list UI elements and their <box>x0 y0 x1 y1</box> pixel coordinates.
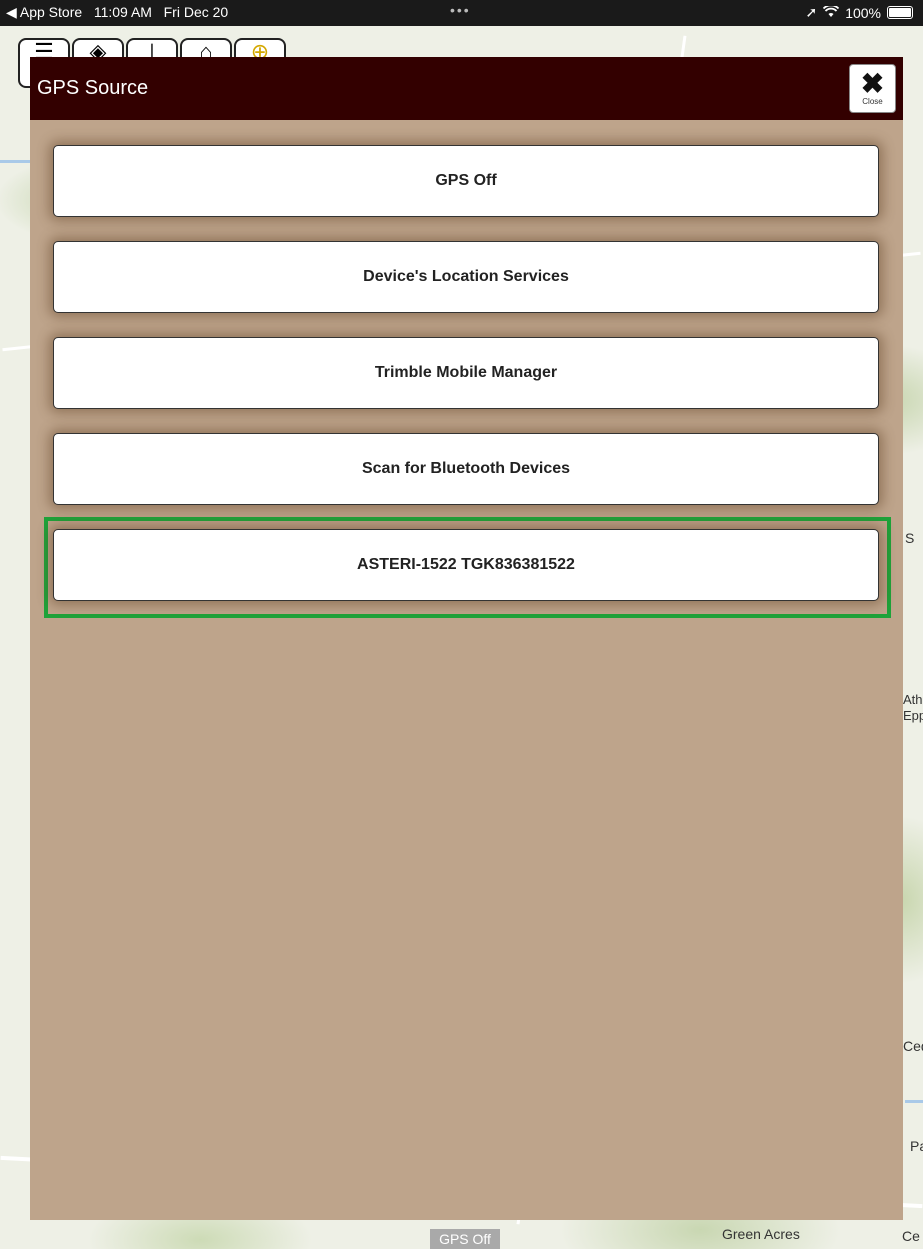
gps-source-dialog: GPS Source ✖ Close GPS Off Device's Loca… <box>30 57 903 1220</box>
location-arrow-icon: ➚ <box>805 4 818 20</box>
multitask-dots[interactable]: ••• <box>450 2 471 18</box>
map-label: Ced <box>903 1038 923 1054</box>
battery-icon <box>887 6 913 19</box>
option-gps-off[interactable]: GPS Off <box>53 145 879 217</box>
battery-percent: 100% <box>845 4 881 21</box>
dialog-title: GPS Source <box>37 77 149 99</box>
option-trimble-mobile-manager[interactable]: Trimble Mobile Manager <box>53 337 879 409</box>
map-label-green-acres: Green Acres <box>722 1226 800 1242</box>
option-device-location-services[interactable]: Device's Location Services <box>53 241 879 313</box>
map-label: Pa <box>910 1138 923 1154</box>
map-label: Epp <box>903 708 923 723</box>
map-label: S <box>905 530 915 546</box>
gps-status-indicator: GPS Off <box>430 1229 500 1249</box>
map-label: Ath <box>903 692 923 707</box>
status-time: 11:09 AM <box>93 4 152 20</box>
dialog-header: GPS Source ✖ Close <box>30 57 903 120</box>
status-date: Fri Dec 20 <box>163 4 229 20</box>
map-label: Ce <box>902 1228 920 1244</box>
status-bar: ◀ App Store 11:09 AM Fri Dec 20 ••• ➚ 10… <box>0 0 923 26</box>
option-bluetooth-device-asteri[interactable]: ASTERI-1522 TGK836381522 <box>53 529 879 601</box>
close-button[interactable]: ✖ Close <box>849 64 896 113</box>
wifi-icon <box>823 4 840 21</box>
back-to-app-link[interactable]: ◀ App Store <box>6 4 82 20</box>
close-label: Close <box>862 97 883 106</box>
option-scan-bluetooth[interactable]: Scan for Bluetooth Devices <box>53 433 879 505</box>
close-icon: ✖ <box>860 68 885 99</box>
